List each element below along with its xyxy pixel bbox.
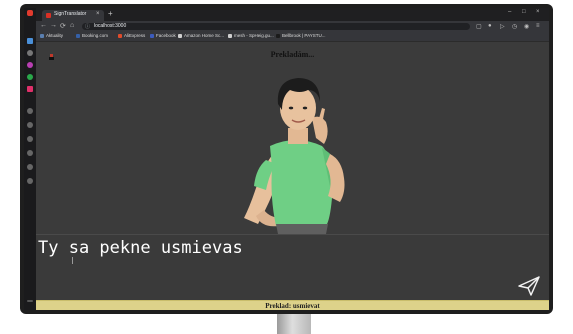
history-icon[interactable] — [27, 136, 33, 142]
monitor: SignTranslator × + – □ × ← → ⟳ ⌂ ⓘ local… — [20, 4, 553, 314]
monitor-stand — [277, 314, 311, 334]
close-window-button[interactable]: × — [536, 9, 540, 15]
heart-icon[interactable] — [27, 150, 33, 156]
bookmark-item[interactable]: Aktuality — [40, 33, 63, 38]
text-caret — [72, 257, 73, 264]
bookmark-item[interactable]: mesh - SpHeig.gu... — [228, 33, 274, 38]
music-icon[interactable] — [27, 108, 33, 114]
favicon-icon — [46, 13, 51, 18]
bookmark-label: Aktuality — [46, 33, 64, 38]
new-tab-button[interactable]: + — [108, 9, 113, 18]
avatar-stage: Prekladám... — [36, 42, 549, 234]
account-icon[interactable]: ◉ — [524, 23, 529, 30]
whatsapp-icon[interactable] — [27, 74, 33, 80]
bookmark-item[interactable]: Booking.com — [76, 33, 108, 38]
more-icon[interactable] — [27, 300, 33, 302]
bookmark-icon — [276, 33, 280, 38]
address-bar[interactable]: ⓘ localhost:3000 — [82, 23, 470, 30]
3d-sign-avatar — [244, 78, 345, 234]
screenshot-icon[interactable]: ▢ — [476, 23, 482, 30]
bookmark-icon — [150, 33, 154, 38]
translating-status: Prekladám... — [270, 50, 315, 59]
bookmark-label: mesh - SpHeig.gu... — [234, 33, 274, 38]
screen: SignTranslator × + – □ × ← → ⟳ ⌂ ⓘ local… — [24, 8, 549, 310]
download-icon[interactable]: ▷ — [500, 23, 505, 30]
bookmark-icon — [76, 33, 80, 38]
bookmark-label: Facebook — [156, 33, 176, 38]
bookmark-label: Booking.com — [82, 33, 109, 38]
clock-icon[interactable] — [27, 164, 33, 170]
bookmark-label: Amazon Home Sc... — [184, 33, 225, 38]
settings-icon[interactable] — [27, 178, 33, 184]
info-icon: ⓘ — [85, 24, 91, 30]
reload-button[interactable]: ⟳ — [60, 22, 66, 30]
bookmark-icon — [40, 33, 44, 38]
bookmark-icon — [118, 33, 122, 38]
bookmarks-bar: Aktuality Booking.com AliExpress Faceboo… — [36, 32, 549, 42]
home-button[interactable]: ⌂ — [70, 22, 74, 29]
minimize-button[interactable]: – — [508, 9, 511, 15]
input-text: Ty sa pekne usmievas — [38, 238, 243, 258]
tab-active[interactable]: SignTranslator × — [42, 10, 104, 21]
menu-icon[interactable]: ≡ — [536, 23, 540, 29]
home-icon[interactable] — [27, 38, 33, 44]
instagram-icon[interactable] — [27, 86, 33, 92]
maximize-button[interactable]: □ — [522, 9, 526, 15]
bookmark-item[interactable]: Facebook — [150, 33, 176, 38]
translation-result: Preklad: usmievat — [265, 302, 320, 310]
translator-app: Prekladám... Ty sa pekne usmievas Prekla… — [36, 42, 549, 310]
send-icon[interactable] — [517, 275, 541, 297]
history-icon[interactable]: ◷ — [512, 23, 517, 30]
apps-icon[interactable] — [27, 50, 33, 56]
extension-icon[interactable]: ● — [488, 23, 492, 29]
bookmark-icon — [228, 33, 232, 38]
bookmark-icon — [178, 33, 182, 38]
tab-bar: SignTranslator × + – □ × — [36, 8, 549, 21]
player-icon[interactable] — [27, 122, 33, 128]
bookmark-item[interactable]: AliExpress — [118, 33, 145, 38]
translation-result-bar: Preklad: usmievat — [36, 300, 549, 310]
bookmark-label: Bellbrook | PAYSTU... — [282, 33, 326, 38]
bookmark-item[interactable]: Bellbrook | PAYSTU... — [276, 33, 326, 38]
bookmark-item[interactable]: Amazon Home Sc... — [178, 33, 224, 38]
close-tab-icon[interactable]: × — [96, 11, 100, 17]
back-button[interactable]: ← — [40, 22, 47, 29]
opera-logo-icon[interactable] — [27, 10, 33, 16]
bookmark-label: AliExpress — [124, 33, 146, 38]
url-text: localhost:3000 — [94, 23, 127, 29]
translation-input[interactable]: Ty sa pekne usmievas — [36, 234, 549, 301]
messenger-icon[interactable] — [27, 62, 33, 68]
tab-title: SignTranslator — [54, 11, 87, 17]
forward-button[interactable]: → — [50, 22, 57, 29]
browser-toolbar: ← → ⟳ ⌂ ⓘ localhost:3000 ▢ ● ▷ ◷ ◉ ≡ — [36, 21, 549, 32]
